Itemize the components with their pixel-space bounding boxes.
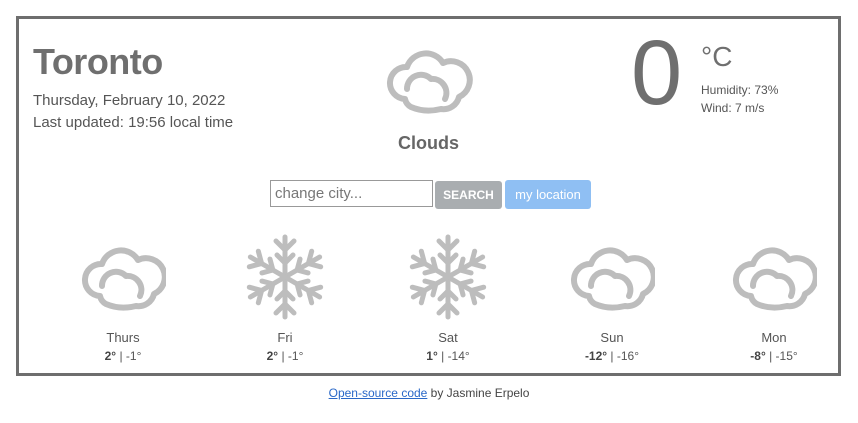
- footer: Open-source code by Jasmine Erpelo: [0, 386, 858, 400]
- forecast-day-label: Sat: [438, 330, 458, 345]
- wind-speed: Wind: 7 m/s: [701, 101, 765, 115]
- forecast-day: Fri 2° | -1°: [235, 234, 335, 363]
- forecast-temps: 1° | -14°: [398, 349, 498, 363]
- forecast-separator: |: [765, 349, 776, 363]
- cloud-icon: [387, 50, 473, 114]
- forecast-separator: |: [116, 349, 126, 363]
- forecast-day-label: Mon: [761, 330, 787, 345]
- my-location-button[interactable]: my location: [505, 180, 591, 209]
- forecast-day: Thurs 2° | -1°: [73, 234, 173, 363]
- search-button[interactable]: SEARCH: [435, 181, 502, 209]
- cloud-icon: [571, 247, 655, 311]
- forecast-temps: 2° | -1°: [73, 349, 173, 363]
- current-date: Thursday, February 10, 2022: [33, 92, 226, 109]
- forecast-high: -12°: [584, 349, 608, 363]
- forecast-high: 1°: [426, 349, 438, 363]
- condition-label: Clouds: [398, 133, 459, 153]
- temperature-unit[interactable]: °C: [701, 41, 732, 73]
- humidity: Humidity: 73%: [701, 83, 779, 97]
- snowflake-icon: [246, 234, 324, 320]
- forecast-separator: |: [607, 349, 617, 363]
- current-temperature: 0: [631, 22, 683, 124]
- forecast-temps: -12° | -16°: [562, 349, 662, 363]
- forecast-day-label: Thurs: [106, 330, 140, 345]
- forecast-temps: -8° | -15°: [724, 349, 824, 363]
- forecast-temps: 2° | -1°: [235, 349, 335, 363]
- forecast-day: Sat 1° | -14°: [398, 234, 498, 363]
- forecast-high: 2°: [266, 349, 279, 363]
- cloud-icon: [733, 247, 817, 311]
- search-input[interactable]: [270, 180, 433, 207]
- forecast-high: 2°: [104, 349, 117, 363]
- forecast-day-label: Fri: [277, 330, 293, 345]
- forecast-day-label: Sun: [600, 330, 624, 345]
- forecast-low: -1°: [287, 349, 304, 363]
- forecast-low: -1°: [125, 349, 142, 363]
- forecast-day: Mon -8° | -15°: [724, 234, 824, 363]
- source-code-link[interactable]: Open-source code: [329, 386, 428, 400]
- weather-card: Toronto Thursday, February 10, 2022 Last…: [16, 16, 841, 376]
- forecast-high: -8°: [750, 349, 766, 363]
- city-name: Toronto: [33, 41, 163, 82]
- forecast-separator: |: [437, 349, 448, 363]
- forecast-day: Sun -12° | -16°: [562, 234, 662, 363]
- footer-credit: by Jasmine Erpelo: [427, 386, 530, 400]
- cloud-icon: [82, 247, 166, 311]
- forecast-low: -16°: [616, 349, 640, 363]
- forecast-low: -14°: [447, 349, 470, 363]
- snowflake-icon: [409, 234, 487, 320]
- forecast-low: -15°: [775, 349, 798, 363]
- forecast-separator: |: [278, 349, 288, 363]
- last-updated: Last updated: 19:56 local time: [33, 114, 234, 131]
